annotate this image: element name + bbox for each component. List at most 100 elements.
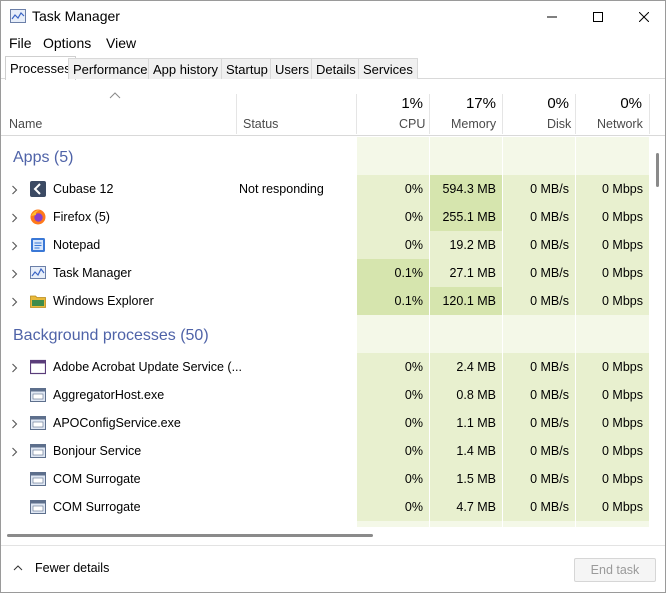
vertical-scroll-thumb[interactable]: [656, 153, 659, 187]
column-name[interactable]: Name: [1, 94, 236, 134]
maximize-button[interactable]: [575, 1, 621, 33]
column-status-label: Status: [243, 117, 279, 131]
process-memory-value: 1.5 MB: [430, 465, 502, 493]
menu-file[interactable]: File: [9, 35, 32, 51]
expand-chevron-icon[interactable]: [11, 418, 18, 432]
process-cpu-value: 0%: [357, 381, 429, 409]
process-disk-value: 0 MB/s: [503, 409, 575, 437]
fewer-details-button[interactable]: Fewer details: [13, 561, 109, 575]
process-cpu-value: 0%: [357, 231, 429, 259]
minimize-icon: [547, 16, 557, 18]
group-header-apps[interactable]: Apps (5): [1, 137, 665, 175]
service-icon: [30, 471, 46, 487]
folder-icon: [30, 293, 46, 309]
tab-startup[interactable]: Startup: [221, 58, 273, 79]
firefox-icon: [30, 209, 46, 225]
process-name: Adobe Acrobat Update Service (...: [53, 360, 242, 374]
process-row[interactable]: Notepad 0% 19.2 MB 0 MB/s 0 Mbps: [1, 231, 665, 259]
process-disk-value: 0 MB/s: [503, 493, 575, 521]
column-disk[interactable]: 0% Disk: [503, 94, 575, 134]
process-name: Windows Explorer: [53, 294, 154, 308]
tab-services[interactable]: Services: [358, 58, 418, 79]
process-network-value: 0 Mbps: [576, 231, 649, 259]
process-row[interactable]: AggregatorHost.exe 0% 0.8 MB 0 MB/s 0 Mbps: [1, 381, 665, 409]
column-disk-label: Disk: [547, 117, 572, 131]
process-memory-value: 27.1 MB: [430, 259, 502, 287]
process-row[interactable]: Cubase 12 Not responding 0% 594.3 MB 0 MB/s 0…: [1, 175, 665, 203]
column-memory[interactable]: 17% Memory: [430, 94, 502, 134]
process-disk-value: 0 MB/s: [503, 381, 575, 409]
minimize-button[interactable]: [529, 1, 575, 33]
process-network-value: 0 Mbps: [576, 353, 649, 381]
process-disk-value: 0 MB/s: [503, 437, 575, 465]
chevron-up-icon: [13, 565, 23, 571]
horizontal-scrollbar[interactable]: [1, 529, 665, 543]
tab-users[interactable]: Users: [270, 58, 314, 79]
process-name: Task Manager: [53, 266, 132, 280]
expand-chevron-icon[interactable]: [11, 184, 18, 198]
process-row[interactable]: COM Surrogate 0% 1.5 MB 0 MB/s 0 Mbps: [1, 465, 665, 493]
process-name: AggregatorHost.exe: [53, 388, 165, 402]
process-network-value: 0 Mbps: [576, 175, 649, 203]
process-row[interactable]: Adobe Acrobat Update Service (... 0% 2.4 M…: [1, 353, 665, 381]
close-icon: [639, 12, 649, 22]
process-table: Apps (5) Cubase 12 Not responding 0% 594.3 M…: [1, 137, 665, 527]
process-memory-value: 19.2 MB: [430, 231, 502, 259]
network-total-pct: 0%: [620, 95, 642, 112]
process-row[interactable]: APOConfigService.exe 0% 1.1 MB 0 MB/s 0 Mbps: [1, 409, 665, 437]
end-task-button[interactable]: End task: [574, 558, 656, 582]
expand-chevron-icon[interactable]: [11, 240, 18, 254]
group-header-background[interactable]: Background processes (50): [1, 315, 665, 353]
group-label: Background processes (50): [13, 327, 209, 344]
process-cpu-value: 0%: [357, 437, 429, 465]
process-disk-value: 0 MB/s: [503, 287, 575, 315]
process-memory-value: 1.4 MB: [430, 437, 502, 465]
process-cpu-value: 0%: [357, 409, 429, 437]
expand-chevron-icon[interactable]: [11, 212, 18, 226]
process-row[interactable]: Windows Explorer 0.1% 120.1 MB 0 MB/s 0 Mbps: [1, 287, 665, 315]
expand-chevron-icon[interactable]: [11, 296, 18, 310]
column-status[interactable]: Status: [237, 94, 356, 134]
process-disk-value: 0 MB/s: [503, 465, 575, 493]
column-cpu-label: CPU: [399, 117, 426, 131]
horizontal-scroll-thumb[interactable]: [7, 534, 373, 537]
tab-app-history[interactable]: App history: [148, 58, 224, 79]
process-name: Bonjour Service: [53, 444, 142, 458]
column-name-label: Name: [9, 117, 43, 131]
task-manager-window: Task Manager File Options View Processes…: [0, 0, 666, 593]
title-bar: Task Manager: [1, 1, 665, 33]
process-row[interactable]: Task Manager 0.1% 27.1 MB 0 MB/s 0 Mbps: [1, 259, 665, 287]
process-cpu-value: 0%: [357, 175, 429, 203]
tab-performance[interactable]: Performance: [68, 58, 153, 79]
group-label: Apps (5): [13, 149, 74, 166]
process-memory-value: 594.3 MB: [430, 175, 502, 203]
column-divider[interactable]: [649, 94, 650, 134]
service-icon: [30, 499, 46, 515]
tab-bar: Processes Performance App history Startu…: [1, 56, 665, 80]
cpu-total-pct: 1%: [401, 95, 423, 112]
cubase-icon: [30, 181, 46, 197]
tab-details[interactable]: Details: [311, 58, 361, 79]
process-name: Cubase 12: [53, 182, 114, 196]
menu-view[interactable]: View: [106, 35, 136, 51]
process-row[interactable]: Bonjour Service 0% 1.4 MB 0 MB/s 0 Mbps: [1, 437, 665, 465]
disk-total-pct: 0%: [547, 95, 569, 112]
process-row[interactable]: COM Surrogate 0% 4.7 MB 0 MB/s 0 Mbps: [1, 493, 665, 521]
tab-processes[interactable]: Processes: [5, 56, 76, 80]
column-cpu[interactable]: 1% CPU: [357, 94, 429, 134]
expand-chevron-icon[interactable]: [11, 446, 18, 460]
expand-chevron-icon[interactable]: [11, 362, 18, 376]
process-disk-value: 0 MB/s: [503, 259, 575, 287]
column-network[interactable]: 0% Network: [576, 94, 650, 134]
process-memory-value: 4.7 MB: [430, 493, 502, 521]
window-icon: [29, 359, 47, 375]
menu-options[interactable]: Options: [43, 35, 91, 51]
process-name: Firefox (5): [53, 210, 110, 224]
close-button[interactable]: [621, 1, 666, 33]
process-row[interactable]: Firefox (5) 0% 255.1 MB 0 MB/s 0 Mbps: [1, 203, 665, 231]
process-cpu-value: 0%: [357, 353, 429, 381]
expand-chevron-icon[interactable]: [11, 268, 18, 282]
footer: Fewer details End task: [1, 545, 665, 592]
task-manager-icon: [10, 9, 26, 23]
vertical-scrollbar[interactable]: [651, 137, 665, 527]
